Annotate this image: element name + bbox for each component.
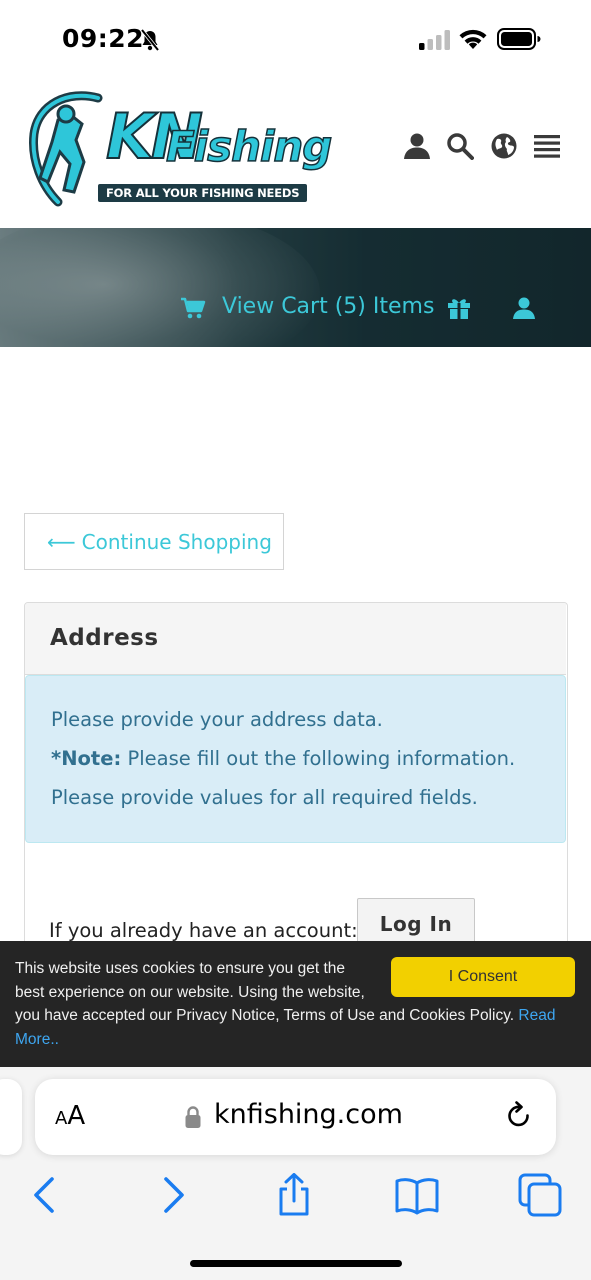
tabs-icon[interactable] — [517, 1173, 563, 1217]
share-icon[interactable] — [271, 1173, 317, 1217]
address-title: Address — [50, 625, 159, 651]
gift-icon[interactable] — [447, 296, 471, 320]
banner-overlay — [0, 228, 591, 347]
cookie-text-line2: you have accepted our Privacy Notice, Te… — [15, 1007, 519, 1024]
text-size-big-a: A — [67, 1101, 86, 1131]
shopping-cart-icon[interactable] — [180, 296, 206, 320]
view-cart-link[interactable]: View Cart (5) Items — [222, 294, 434, 319]
continue-shopping-label: Continue Shopping — [81, 529, 272, 554]
url-text[interactable]: knfishing.com — [214, 1099, 403, 1130]
kn-fishing-logo[interactable]: KN Fishing FOR ALL YOUR FISHING NEEDS — [28, 86, 338, 210]
account-icon[interactable] — [512, 296, 536, 320]
address-bar[interactable]: AA knfishing.com — [35, 1079, 556, 1155]
back-icon[interactable] — [22, 1173, 68, 1217]
battery-icon — [497, 28, 541, 50]
note-label: *Note: — [51, 747, 122, 770]
wifi-icon — [459, 29, 487, 49]
note-text: Please fill out the following informatio… — [121, 747, 516, 770]
reload-icon[interactable] — [505, 1101, 533, 1131]
text-size-button[interactable]: AA — [55, 1101, 85, 1131]
hero-banner: View Cart (5) Items — [0, 228, 591, 347]
site-header: KN Fishing FOR ALL YOUR FISHING NEEDS — [0, 80, 591, 228]
user-icon[interactable] — [403, 132, 431, 160]
search-icon[interactable] — [446, 132, 474, 160]
info-line-required-fields: Please provide values for all required f… — [51, 786, 478, 809]
forward-icon[interactable] — [150, 1173, 196, 1217]
cellular-signal-icon — [419, 30, 450, 50]
bell-muted-icon — [140, 28, 160, 52]
address-info-alert: Please provide your address data. *Note:… — [25, 675, 566, 843]
info-line-provide-address: Please provide your address data. — [51, 708, 383, 731]
previous-tab-preview[interactable] — [0, 1079, 22, 1155]
info-line-note: *Note: Please fill out the following inf… — [51, 747, 515, 770]
lock-icon — [185, 1106, 201, 1128]
consent-button[interactable]: I Consent — [391, 957, 575, 997]
status-bar: 09:22 — [0, 0, 591, 80]
cookie-text-line1: This website uses cookies to ensure you … — [15, 960, 365, 1001]
existing-account-prompt: If you already have an account: — [49, 919, 358, 942]
logo-tagline: FOR ALL YOUR FISHING NEEDS — [98, 184, 308, 202]
browser-bottom-bar: AA knfishing.com — [0, 1067, 591, 1280]
continue-shopping-button[interactable]: ⟵ Continue Shopping — [24, 513, 284, 570]
status-time: 09:22 — [62, 24, 145, 53]
hamburger-menu-icon[interactable] — [533, 132, 561, 160]
home-indicator — [190, 1260, 402, 1267]
address-panel-header: Address — [25, 603, 566, 675]
cookie-consent-banner: This website uses cookies to ensure you … — [0, 941, 591, 1067]
arrow-left-icon: ⟵ — [47, 529, 76, 554]
globe-icon[interactable] — [490, 132, 518, 160]
bookmarks-icon[interactable] — [394, 1173, 440, 1217]
text-size-small-a: A — [55, 1108, 68, 1129]
logo-text-fishing: Fishing — [165, 121, 333, 172]
